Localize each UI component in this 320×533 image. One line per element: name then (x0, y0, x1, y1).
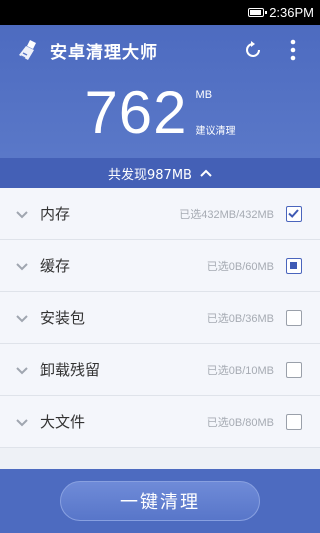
one-click-clean-button[interactable]: 一键清理 (60, 481, 260, 521)
size-unit: MB (195, 89, 213, 101)
item-detail: 已选0B/10MB (206, 364, 274, 377)
chevron-down-icon[interactable] (16, 360, 30, 379)
item-detail: 已选0B/80MB (206, 416, 274, 429)
item-checkbox[interactable] (286, 309, 302, 326)
list-item[interactable]: 卸载残留 已选0B/10MB (0, 344, 320, 396)
junk-category-list: 内存 已选432MB/432MB 缓存 已选0B/60MB 安装包 已选0B/36MB 卸载… (0, 188, 320, 448)
item-detail: 已选0B/60MB (206, 260, 274, 273)
app-title: 安卓清理大师 (50, 42, 158, 63)
item-label: 卸载残留 (40, 361, 101, 379)
chevron-down-icon[interactable] (16, 256, 30, 275)
status-bar: 2:36PM (0, 0, 320, 25)
more-vert-icon[interactable] (278, 35, 308, 65)
header: 安卓清理大师 762 MB 建议清理 (0, 25, 320, 158)
refresh-icon[interactable] (238, 35, 268, 65)
item-checkbox[interactable] (286, 257, 302, 274)
clock: 2:36PM (269, 5, 314, 20)
chevron-down-icon[interactable] (16, 308, 30, 327)
item-detail: 已选432MB/432MB (179, 208, 274, 221)
junk-size: 762 MB 建议清理 (0, 83, 320, 143)
item-checkbox[interactable] (286, 413, 302, 430)
found-summary-label: 共发现987MB (108, 167, 192, 183)
battery-icon (248, 8, 268, 17)
item-label: 安装包 (40, 309, 86, 327)
list-item[interactable]: 内存 已选432MB/432MB (0, 188, 320, 240)
bottom-bar: 一键清理 (0, 469, 320, 533)
size-hint: 建议清理 (195, 126, 236, 137)
list-item[interactable]: 缓存 已选0B/60MB (0, 240, 320, 292)
item-detail: 已选0B/36MB (206, 312, 274, 325)
broom-icon (16, 37, 42, 63)
item-label: 内存 (40, 205, 71, 223)
chevron-up-icon (200, 166, 212, 181)
toolbar: 安卓清理大师 (0, 25, 320, 75)
chevron-down-icon[interactable] (16, 204, 30, 223)
list-item[interactable]: 大文件 已选0B/80MB (0, 396, 320, 448)
battery-level (250, 10, 261, 15)
found-summary-bar[interactable]: 共发现987MB (0, 158, 320, 188)
size-value: 762 (84, 79, 188, 146)
item-checkbox[interactable] (286, 361, 302, 378)
item-checkbox[interactable] (286, 205, 302, 222)
item-label: 缓存 (40, 257, 71, 275)
chevron-down-icon[interactable] (16, 412, 30, 431)
list-item[interactable]: 安装包 已选0B/36MB (0, 292, 320, 344)
item-label: 大文件 (40, 413, 86, 431)
